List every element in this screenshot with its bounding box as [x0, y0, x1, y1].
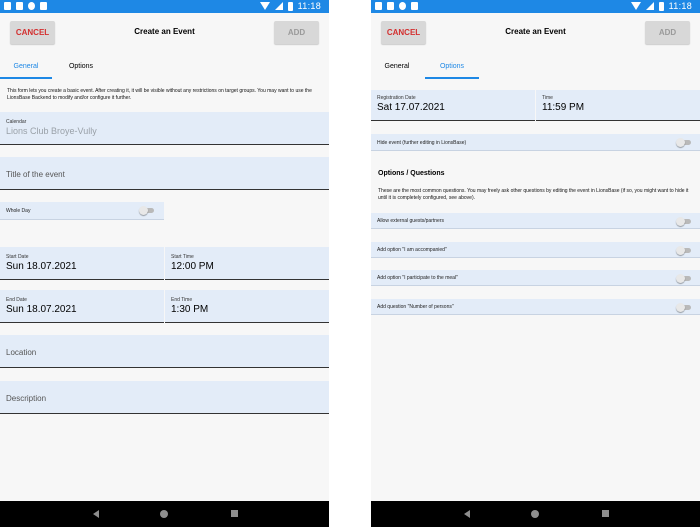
option-row: Add option "I am accompanied" — [371, 242, 700, 258]
sync-notification-icon — [399, 2, 406, 10]
end-date-label: End Date — [6, 297, 27, 303]
back-icon[interactable] — [464, 510, 470, 518]
number-of-persons-toggle[interactable] — [676, 303, 691, 312]
wifi-icon — [630, 2, 641, 10]
battery-icon — [287, 1, 293, 11]
hide-event-toggle[interactable] — [676, 138, 691, 147]
whole-day-label: Whole Day — [6, 208, 31, 214]
hide-event-row: Hide event (further editing in LionsBase… — [371, 134, 700, 151]
info-text: This form lets you create a basic event.… — [7, 88, 312, 101]
calendar-label: Calendar — [6, 119, 27, 125]
description-placeholder: Description — [6, 394, 47, 403]
time-value: 11:59 PM — [542, 102, 585, 113]
back-icon[interactable] — [93, 510, 99, 518]
app-bar: CANCEL Create an Event ADD — [371, 13, 700, 53]
allow-guests-toggle[interactable] — [676, 217, 691, 226]
navigation-bar — [371, 501, 700, 527]
start-date-value: Sun 18.07.2021 — [6, 261, 77, 272]
tab-general[interactable]: General — [371, 63, 423, 70]
whole-day-row: Whole Day — [0, 202, 164, 220]
app-notification-icon — [387, 2, 394, 10]
start-time-label: Start Time — [171, 254, 194, 260]
option-label: Add option "I am accompanied" — [377, 247, 447, 253]
end-time-label: End Time — [171, 297, 193, 303]
sd-card-icon — [40, 2, 47, 10]
settings-notification-icon — [4, 2, 11, 10]
app-bar: CANCEL Create an Event ADD — [0, 13, 329, 53]
add-button[interactable]: ADD — [274, 21, 319, 44]
hide-event-label: Hide event (further editing in LionsBase… — [377, 140, 467, 146]
cell-signal-icon — [274, 2, 283, 10]
start-date-label: Start Date — [6, 254, 29, 260]
title-placeholder: Title of the event — [6, 170, 65, 179]
tab-general[interactable]: General — [0, 63, 52, 70]
cell-signal-icon — [645, 2, 654, 10]
calendar-field[interactable]: Calendar Lions Club Broye-Vully — [0, 112, 329, 145]
tab-bar: General Options — [0, 53, 329, 80]
end-time-value: 1:30 PM — [171, 304, 209, 315]
meal-toggle[interactable] — [676, 274, 691, 283]
time-field[interactable]: Time 11:59 PM — [536, 90, 700, 121]
tab-options[interactable]: Options — [425, 63, 479, 70]
registration-date-value: Sat 17.07.2021 — [377, 102, 445, 113]
start-date-field[interactable]: Start Date Sun 18.07.2021 — [0, 247, 164, 280]
option-row: Allow external guests/partners — [371, 213, 700, 229]
battery-icon — [658, 1, 664, 11]
status-bar: 11:18 — [371, 0, 700, 13]
recent-apps-icon[interactable] — [231, 510, 238, 517]
phone-screen-options: 11:18 CANCEL Create an Event ADD General… — [371, 0, 700, 527]
option-row: Add option "I participate to the meal" — [371, 270, 700, 286]
tab-bar: General Options — [371, 53, 700, 80]
start-time-field[interactable]: Start Time 12:00 PM — [165, 247, 329, 280]
home-icon[interactable] — [160, 510, 168, 518]
accompanied-toggle[interactable] — [676, 246, 691, 255]
registration-date-field[interactable]: Registration Date Sat 17.07.2021 — [371, 90, 535, 121]
option-row: Add question "Number of persons" — [371, 299, 700, 315]
recent-apps-icon[interactable] — [602, 510, 609, 517]
option-label: Add question "Number of persons" — [377, 304, 454, 310]
title-input[interactable]: Title of the event — [0, 157, 329, 190]
option-label: Add option "I participate to the meal" — [377, 275, 458, 281]
section-title: Options / Questions — [378, 170, 445, 177]
calendar-value: Lions Club Broye-Vully — [6, 126, 97, 136]
sd-card-icon — [411, 2, 418, 10]
start-time-value: 12:00 PM — [171, 261, 214, 272]
location-placeholder: Location — [6, 348, 37, 357]
time-label: Time — [542, 95, 553, 101]
sync-notification-icon — [28, 2, 35, 10]
option-label: Allow external guests/partners — [377, 218, 444, 224]
tab-indicator — [0, 77, 52, 79]
tab-options[interactable]: Options — [56, 63, 106, 70]
home-icon[interactable] — [531, 510, 539, 518]
tab-indicator — [425, 77, 479, 79]
navigation-bar — [0, 501, 329, 527]
registration-date-label: Registration Date — [377, 95, 416, 101]
whole-day-toggle[interactable] — [139, 206, 154, 215]
settings-notification-icon — [375, 2, 382, 10]
end-date-value: Sun 18.07.2021 — [6, 304, 77, 315]
section-info: These are the most common questions. You… — [378, 188, 689, 201]
status-time: 11:18 — [297, 1, 321, 11]
description-input[interactable]: Description — [0, 381, 329, 414]
app-notification-icon — [16, 2, 23, 10]
end-date-field[interactable]: End Date Sun 18.07.2021 — [0, 290, 164, 323]
phone-screen-general: 11:18 CANCEL Create an Event ADD General… — [0, 0, 329, 527]
location-input[interactable]: Location — [0, 335, 329, 368]
status-bar: 11:18 — [0, 0, 329, 13]
end-time-field[interactable]: End Time 1:30 PM — [165, 290, 329, 323]
add-button[interactable]: ADD — [645, 21, 690, 44]
status-time: 11:18 — [668, 1, 692, 11]
wifi-icon — [259, 2, 270, 10]
